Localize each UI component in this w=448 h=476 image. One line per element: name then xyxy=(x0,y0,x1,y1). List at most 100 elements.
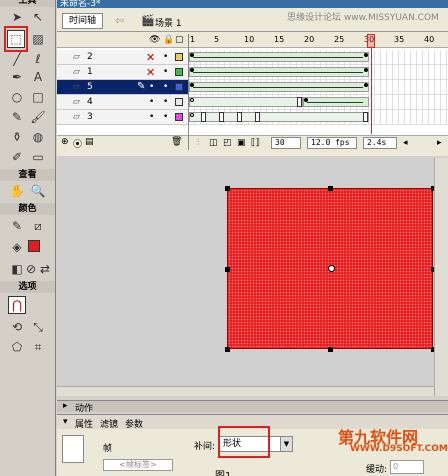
layer-outline-swatch[interactable] xyxy=(175,53,183,61)
stroke-color-icon[interactable]: ✎ xyxy=(8,217,26,235)
transform-handle[interactable] xyxy=(225,347,230,352)
pencil-tool-icon[interactable]: ✎ xyxy=(8,108,26,126)
envelope-icon[interactable]: ⌗ xyxy=(29,338,47,356)
rectangle-tool-icon[interactable]: □ xyxy=(29,88,47,106)
pen-tool-icon[interactable]: ✒ xyxy=(8,68,26,86)
layer-row[interactable]: ▱ 1 ✕ • xyxy=(57,65,188,80)
layer-outline-swatch[interactable] xyxy=(175,98,183,106)
frame-span[interactable] xyxy=(189,97,303,107)
tab-filters[interactable]: 滤镜 xyxy=(100,417,118,430)
chevron-down-icon[interactable]: ▼ xyxy=(280,437,292,451)
visible-dot-icon[interactable]: • xyxy=(149,112,154,122)
onion-outline-icon[interactable]: ◰ xyxy=(223,138,232,148)
frame-span[interactable] xyxy=(189,112,369,122)
playhead[interactable] xyxy=(367,34,375,48)
selection-tool-icon[interactable]: ➤ xyxy=(8,8,26,26)
rotate-skew-icon[interactable]: ⟲ xyxy=(8,318,26,336)
center-frame-icon[interactable]: ⫶ xyxy=(197,138,199,148)
ease-input[interactable]: 0 xyxy=(390,460,424,474)
eraser-tool-icon[interactable]: ▭ xyxy=(29,148,47,166)
frame-row[interactable] xyxy=(189,50,448,65)
layer-outline-swatch[interactable] xyxy=(175,83,183,91)
layer-outline-swatch[interactable] xyxy=(175,68,183,76)
fps-field[interactable]: 12.0 fps xyxy=(307,137,357,149)
lock-dot-icon[interactable]: • xyxy=(163,82,168,92)
trash-icon[interactable]: 🗑 xyxy=(171,137,182,147)
lock-icon[interactable]: 🔒 xyxy=(163,35,174,45)
frame-row[interactable] xyxy=(189,65,448,80)
keyframe[interactable] xyxy=(364,53,368,57)
onion-skin-icon[interactable]: ◫ xyxy=(209,138,218,148)
frame-label-input[interactable]: <帧标签> xyxy=(103,459,173,471)
onion-markers-icon[interactable]: ⟦⟧ xyxy=(251,138,260,148)
fill-color-icon[interactable]: ◈ xyxy=(8,238,26,256)
visible-dot-icon[interactable]: • xyxy=(149,82,154,92)
end-frame[interactable] xyxy=(363,112,368,122)
scroll-right-icon[interactable]: ▸ xyxy=(437,138,442,148)
transform-handle[interactable] xyxy=(328,347,333,352)
oval-tool-icon[interactable]: ○ xyxy=(8,88,26,106)
frame-block[interactable] xyxy=(255,112,260,122)
keyframe[interactable] xyxy=(190,68,194,72)
lock-dot-icon[interactable]: • xyxy=(163,97,168,107)
transform-handle[interactable] xyxy=(225,266,230,272)
hand-tool-icon[interactable]: ✋ xyxy=(8,182,26,200)
frame-block[interactable] xyxy=(219,112,224,122)
vertical-scrollbar[interactable] xyxy=(434,158,448,396)
eye-icon[interactable]: 👁 xyxy=(149,35,160,45)
transform-handle[interactable] xyxy=(328,186,333,191)
tab-parameters[interactable]: 参数 xyxy=(125,417,143,430)
layer-row[interactable]: ▱ 3 • • xyxy=(57,110,188,125)
frame-row[interactable] xyxy=(189,95,448,110)
keyframe[interactable] xyxy=(190,83,194,87)
layer-row[interactable]: ▱ 4 • • xyxy=(57,95,188,110)
lasso-tool-icon[interactable]: ℓ xyxy=(29,50,47,68)
document-tab[interactable]: 未命名-3* xyxy=(60,0,100,8)
lock-dot-icon[interactable]: • xyxy=(163,52,168,62)
scroll-left-icon[interactable]: ◂ xyxy=(403,138,408,148)
transform-center-point[interactable] xyxy=(328,265,335,272)
frame-row[interactable] xyxy=(189,80,448,95)
no-color-icon[interactable]: ⧄ xyxy=(29,217,47,235)
layer-outline-swatch[interactable] xyxy=(175,113,183,121)
paint-bucket-tool-icon[interactable]: ◍ xyxy=(29,128,47,146)
outline-icon[interactable]: ▢ xyxy=(175,35,184,45)
scene-label[interactable]: 场景 1 xyxy=(155,16,182,29)
add-layer-icon[interactable]: ⊕ xyxy=(61,137,69,147)
transform-handle[interactable] xyxy=(225,186,230,191)
subselection-tool-icon[interactable]: ↖ xyxy=(29,8,47,26)
fill-swatch[interactable] xyxy=(28,240,40,252)
timeline-button[interactable]: 时间轴 xyxy=(62,13,104,29)
add-folder-icon[interactable]: ▤ xyxy=(85,137,94,147)
empty-keyframe[interactable] xyxy=(190,98,194,102)
lock-dot-icon[interactable]: • xyxy=(163,112,168,122)
keyframe[interactable] xyxy=(190,53,194,57)
distort-icon[interactable]: ⬠ xyxy=(8,338,26,356)
collapse-arrow-icon[interactable]: ▾ xyxy=(63,417,68,427)
keyframe[interactable] xyxy=(364,83,368,87)
brush-tool-icon[interactable]: 🖌 xyxy=(29,108,47,126)
line-tool-icon[interactable]: ╱ xyxy=(8,50,26,68)
text-tool-icon[interactable]: A xyxy=(29,68,47,86)
zoom-tool-icon[interactable]: 🔍 xyxy=(29,182,47,200)
snap-magnet-icon[interactable]: ⋂ xyxy=(8,296,26,314)
ink-bottle-tool-icon[interactable]: ⚱ xyxy=(8,128,26,146)
keyframe[interactable] xyxy=(304,98,308,102)
end-frame[interactable] xyxy=(297,97,302,107)
actions-panel-header[interactable]: ▸ 动作 xyxy=(57,400,448,414)
visible-dot-icon[interactable]: • xyxy=(149,97,154,107)
frame-block[interactable] xyxy=(201,112,206,122)
expand-arrow-icon[interactable]: ▸ xyxy=(63,401,68,411)
frame-block[interactable] xyxy=(237,112,242,122)
gradient-transform-tool-icon[interactable]: ▨ xyxy=(29,30,47,48)
hidden-x-icon[interactable]: ✕ xyxy=(146,51,155,64)
stage[interactable] xyxy=(57,158,448,396)
scale-icon[interactable]: ⤡ xyxy=(29,318,47,336)
layer-row[interactable]: ▱ 5 ✎ • • xyxy=(57,80,188,95)
add-guide-icon[interactable]: ⦿ xyxy=(73,137,82,150)
back-arrow-icon[interactable]: ⇦ xyxy=(115,14,124,27)
swap-colors-icon[interactable]: ⇄ xyxy=(36,260,54,278)
horizontal-scrollbar[interactable] xyxy=(57,386,434,396)
eyedropper-tool-icon[interactable]: ✐ xyxy=(8,148,26,166)
layer-row[interactable]: ▱ 2 ✕ • xyxy=(57,50,188,65)
